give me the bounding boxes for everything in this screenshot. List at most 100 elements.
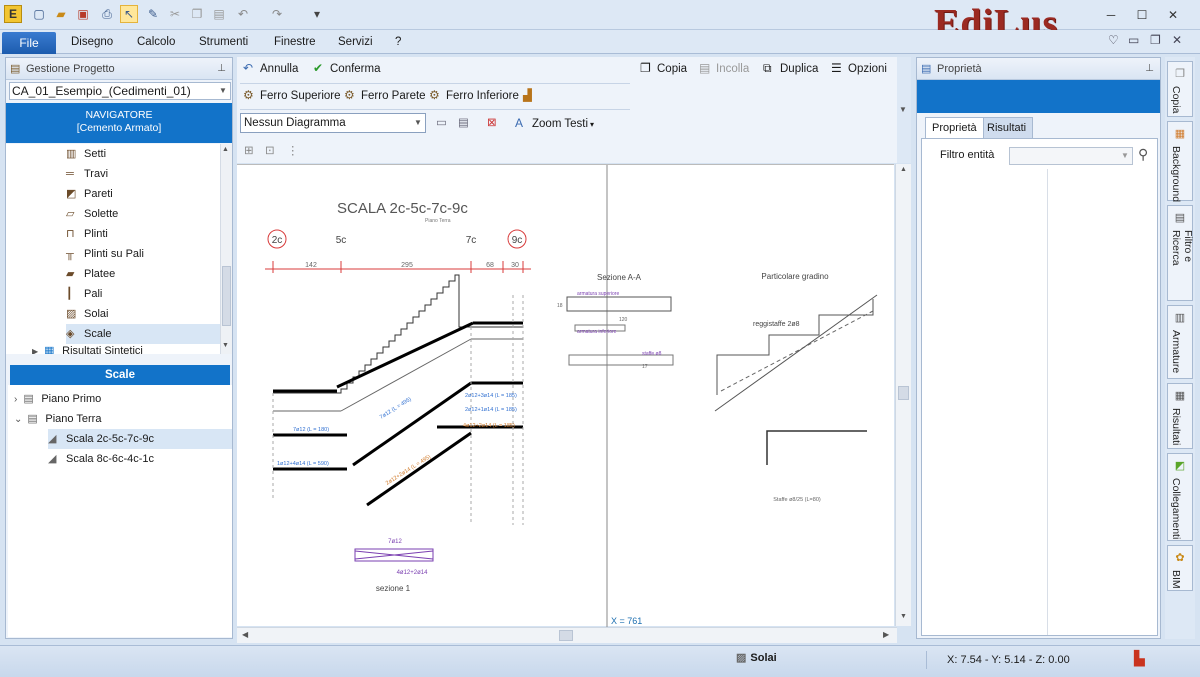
open-icon[interactable]: ▰ <box>52 5 70 23</box>
ferro-inferiore-button[interactable]: ⚙ Ferro Inferiore <box>429 88 519 102</box>
cut-icon[interactable]: ✂ <box>166 5 184 23</box>
stair-tool-icon[interactable]: ▟ <box>523 88 532 102</box>
view-single-icon[interactable]: ▭ <box>436 115 447 129</box>
file-menu[interactable]: File <box>2 32 56 54</box>
side-tab-background[interactable]: ▦ Background <box>1167 121 1193 202</box>
heart-icon[interactable]: ♡ <box>1108 33 1119 47</box>
delete-diagram-icon[interactable]: ⊠ <box>487 115 497 129</box>
zoom-testi-label: Zoom Testi <box>532 118 589 130</box>
side-tab-armature[interactable]: ▥ Armature <box>1167 305 1193 379</box>
pin-icon[interactable]: ⊥ <box>217 58 226 80</box>
side-tab-collegamenti[interactable]: ◩ Collegamenti <box>1167 453 1193 541</box>
tree-item-solette[interactable]: ▱ Solette <box>66 204 118 224</box>
maximize-icon[interactable]: ☐ <box>1131 6 1153 24</box>
menu-strumenti[interactable]: Strumenti <box>199 36 248 48</box>
scroll-right-icon[interactable]: ▶ <box>883 630 889 639</box>
scale-list-header: Scale <box>10 365 230 385</box>
stair-drawing[interactable]: SCALA 2c-5c-7c-9c Piano Terra 2c 5c 7c 9… <box>237 165 894 627</box>
side-tab-bim[interactable]: ✿ BIM <box>1167 545 1193 591</box>
snap-tool-icon[interactable]: ⊡ <box>265 143 275 157</box>
side-tab-filtro[interactable]: ▤ Filtro e Ricerca <box>1167 205 1194 301</box>
grid-tool-icon[interactable]: ⊞ <box>244 143 254 157</box>
pin-icon[interactable]: ⊥ <box>1145 58 1154 80</box>
canvas-vertical-scrollbar[interactable]: ▲ ▼ <box>895 164 911 626</box>
scroll-up-icon[interactable]: ▲ <box>900 166 907 173</box>
tree-item-pali[interactable]: ┃ Pali <box>66 284 102 304</box>
chevron-down-icon[interactable]: ▼ <box>411 114 425 132</box>
copy-icon[interactable]: ❐ <box>188 5 206 23</box>
minimize-icon[interactable]: ─ <box>1100 6 1122 24</box>
menu-bar: File Disegno Calcolo Strumenti Finestre … <box>0 30 1200 54</box>
chevron-down-icon[interactable]: ▼ <box>899 105 907 114</box>
canvas-horizontal-scrollbar[interactable]: ◀ ▶ <box>237 627 897 643</box>
tree-item-plinti-su-pali[interactable]: ╥ Plinti su Pali <box>66 244 144 264</box>
print-icon[interactable]: ⎙ <box>98 5 116 23</box>
tree-item-setti[interactable]: ▥ Setti <box>66 144 106 164</box>
tree-item-plinti[interactable]: ⊓ Plinti <box>66 224 108 244</box>
tool-icon[interactable]: ✎ <box>144 5 162 23</box>
opzioni-button[interactable]: ☰ Opzioni <box>831 61 887 75</box>
ferro-parete-button[interactable]: ⚙ Ferro Parete <box>344 88 426 102</box>
undo-icon[interactable]: ↶ <box>234 5 252 23</box>
ribbon-minimize-icon[interactable]: ▭ <box>1128 33 1139 47</box>
paste-icon[interactable]: ▤ <box>210 5 228 23</box>
tree-item-piano-terra[interactable]: ⌄ ▤ Piano Terra <box>14 409 101 429</box>
tree-item-solai[interactable]: ▨ Solai <box>66 304 108 324</box>
scroll-thumb[interactable] <box>898 386 909 400</box>
menu-help[interactable]: ? <box>395 36 401 48</box>
copia-button[interactable]: ❐ Copia <box>640 61 687 75</box>
incolla-button[interactable]: ▤ Incolla <box>699 61 749 75</box>
side-tab-copia[interactable]: ❐ Copia <box>1167 61 1193 117</box>
close-icon[interactable]: ✕ <box>1162 6 1184 24</box>
menu-disegno[interactable]: Disegno <box>71 36 113 48</box>
chevron-right-icon[interactable]: ▶ <box>32 347 38 354</box>
navigator-scrollbar[interactable]: ▲ ▼ <box>220 144 232 354</box>
app-menu-icon[interactable]: E <box>4 5 22 23</box>
chart-status-icon[interactable]: ▙ <box>1134 650 1145 667</box>
tab-proprieta[interactable]: Proprietà <box>925 117 984 138</box>
chevron-down-icon[interactable]: ▼ <box>216 83 230 99</box>
scroll-left-icon[interactable]: ◀ <box>242 630 248 639</box>
search-icon[interactable]: ⚲ <box>1138 146 1148 163</box>
tree-item-scala-2c[interactable]: ◢ Scala 2c-5c-7c-9c <box>48 429 232 449</box>
status-mode: ▨ Solai <box>736 651 777 664</box>
save-icon[interactable]: ▣ <box>74 5 92 23</box>
tree-item-pareti[interactable]: ◩ Pareti <box>66 184 113 204</box>
filter-combo[interactable]: ▼ <box>1009 147 1133 165</box>
tab-risultati[interactable]: Risultati <box>980 117 1034 138</box>
side-tab-risultati[interactable]: ▦ Risultati <box>1167 383 1193 449</box>
tree-item-scala-8c[interactable]: ◢ Scala 8c-6c-4c-1c <box>48 449 154 469</box>
customize-icon[interactable]: ▾ <box>308 5 326 23</box>
tree-item-platee[interactable]: ▰ Platee <box>66 264 115 284</box>
project-combo[interactable]: CA_01_Esempio_(Cedimenti_01) ▼ <box>9 82 231 100</box>
mdi-close-icon[interactable]: ✕ <box>1172 33 1182 47</box>
restore-icon[interactable]: ❐ <box>1150 33 1161 47</box>
tree-item-travi[interactable]: ═ Travi <box>66 164 108 184</box>
drawing-canvas[interactable]: SCALA 2c-5c-7c-9c Piano Terra 2c 5c 7c 9… <box>237 164 894 627</box>
scroll-down-icon[interactable]: ▼ <box>900 613 907 620</box>
layer-tool-icon[interactable]: ⋮ <box>287 143 299 157</box>
diagram-combo[interactable]: Nessun Diagramma ▼ <box>240 113 426 133</box>
ferro-superiore-button[interactable]: ⚙ Ferro Superiore <box>243 88 341 102</box>
tree-item-piano-primo[interactable]: › ▤ Piano Primo <box>14 389 101 409</box>
toolbar-overflow[interactable]: ▼ <box>897 57 911 163</box>
menu-servizi[interactable]: Servizi <box>338 36 373 48</box>
zoom-testi-button[interactable]: A Zoom Testi ▾ <box>515 116 594 130</box>
tree-item-risultati-sintetici[interactable]: ▶ ▦ Risultati Sintetici <box>32 341 143 354</box>
new-icon[interactable]: ▢ <box>30 5 48 23</box>
chevron-right-icon[interactable]: › <box>14 394 17 405</box>
menu-calcolo[interactable]: Calcolo <box>137 36 175 48</box>
conferma-button[interactable]: ✔ Conferma <box>313 61 381 75</box>
annulla-button[interactable]: ↶ Annulla <box>243 61 298 75</box>
chevron-down-icon[interactable]: ⌄ <box>14 414 22 425</box>
view-split-icon[interactable]: ▤ <box>458 115 469 129</box>
chevron-down-icon[interactable]: ▼ <box>1118 148 1132 164</box>
scroll-thumb[interactable] <box>222 266 231 326</box>
scroll-up-icon[interactable]: ▲ <box>222 146 229 153</box>
scroll-down-icon[interactable]: ▼ <box>222 342 229 349</box>
menu-finestre[interactable]: Finestre <box>274 36 316 48</box>
redo-icon[interactable]: ↷ <box>268 5 286 23</box>
select-icon[interactable]: ↖ <box>120 5 138 23</box>
scroll-thumb[interactable] <box>559 630 573 641</box>
duplica-button[interactable]: ⧉ Duplica <box>763 61 818 76</box>
